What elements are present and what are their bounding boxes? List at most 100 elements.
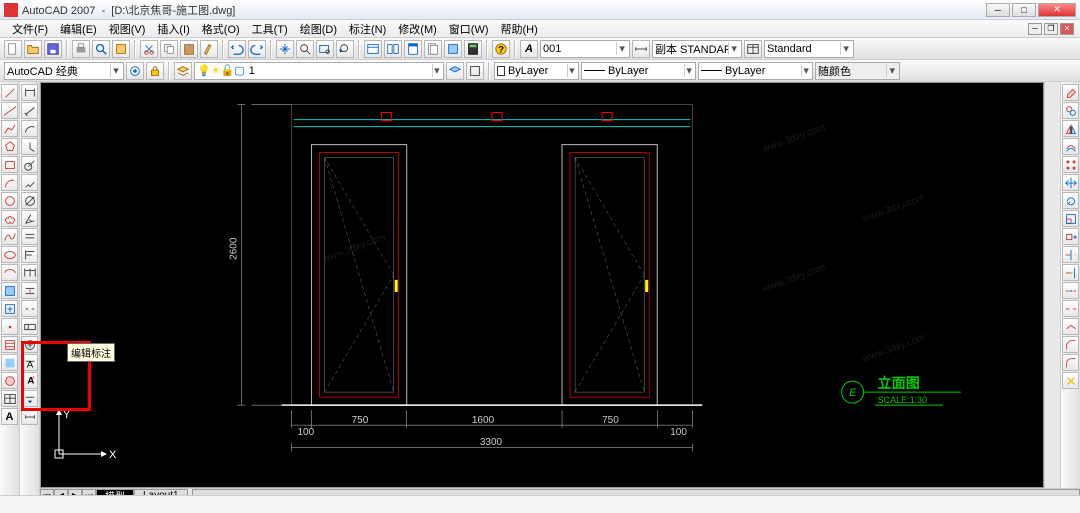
text-style-input[interactable] xyxy=(543,43,616,55)
doc-close-button[interactable]: ✕ xyxy=(1060,23,1074,35)
dim-update-icon[interactable] xyxy=(21,390,38,407)
dim-continue-icon[interactable] xyxy=(21,264,38,281)
xline-icon[interactable] xyxy=(1,102,18,119)
help-icon[interactable]: ? xyxy=(492,40,510,58)
menu-file[interactable]: 文件(F) xyxy=(6,21,54,37)
insert-block-icon[interactable] xyxy=(1,282,18,299)
dc-icon[interactable] xyxy=(384,40,402,58)
mirror-icon[interactable] xyxy=(1062,120,1079,137)
dim-break-icon[interactable] xyxy=(21,300,38,317)
dim-edit-icon[interactable]: A xyxy=(21,354,38,371)
center-mark-icon[interactable] xyxy=(21,336,38,353)
undo-icon[interactable] xyxy=(228,40,246,58)
properties-icon[interactable] xyxy=(364,40,382,58)
line-icon[interactable] xyxy=(1,84,18,101)
polygon-icon[interactable] xyxy=(1,138,18,155)
layer-prev-icon[interactable] xyxy=(446,62,464,80)
workspace-settings-icon[interactable] xyxy=(126,62,144,80)
join-icon[interactable] xyxy=(1062,318,1079,335)
dim-linear-icon[interactable] xyxy=(21,84,38,101)
workspace-combo[interactable]: ▾ xyxy=(4,62,124,80)
close-button[interactable]: ✕ xyxy=(1038,3,1076,17)
layer-manager-icon[interactable] xyxy=(174,62,192,80)
vscrollbar[interactable] xyxy=(1044,82,1060,488)
dim-tedit-icon[interactable]: A xyxy=(21,372,38,389)
menu-modify[interactable]: 修改(M) xyxy=(392,21,443,37)
dim-aligned-icon[interactable] xyxy=(21,102,38,119)
menu-edit[interactable]: 编辑(E) xyxy=(54,21,103,37)
spline-icon[interactable] xyxy=(1,228,18,245)
region-icon[interactable] xyxy=(1,372,18,389)
layer-input[interactable] xyxy=(249,65,432,77)
tolerance-icon[interactable] xyxy=(21,318,38,335)
dim-style-icon[interactable] xyxy=(632,40,650,58)
cut-icon[interactable] xyxy=(140,40,158,58)
menu-view[interactable]: 视图(V) xyxy=(103,21,152,37)
mtext-icon[interactable]: A xyxy=(1,408,18,425)
ellipse-icon[interactable] xyxy=(1,246,18,263)
lineweight-input[interactable] xyxy=(725,65,801,77)
array-icon[interactable] xyxy=(1062,156,1079,173)
move-icon[interactable] xyxy=(1062,174,1079,191)
fillet-icon[interactable] xyxy=(1062,354,1079,371)
linetype-combo[interactable]: ▾ xyxy=(581,62,696,80)
dim-diameter-icon[interactable] xyxy=(21,192,38,209)
table-style-combo[interactable]: ▾ xyxy=(764,40,854,58)
point-icon[interactable] xyxy=(1,318,18,335)
break-point-icon[interactable] xyxy=(1062,282,1079,299)
doc-restore-button[interactable]: ❐ xyxy=(1044,23,1058,35)
menu-format[interactable]: 格式(O) xyxy=(196,21,246,37)
linetype-input[interactable] xyxy=(608,65,684,77)
pan-icon[interactable] xyxy=(276,40,294,58)
minimize-button[interactable]: ─ xyxy=(986,3,1010,17)
copy2-icon[interactable] xyxy=(1062,102,1079,119)
menu-tools[interactable]: 工具(T) xyxy=(246,21,294,37)
workspace-input[interactable] xyxy=(7,65,110,77)
save-icon[interactable] xyxy=(44,40,62,58)
redo-icon[interactable] xyxy=(248,40,266,58)
copy-icon[interactable] xyxy=(160,40,178,58)
dim-quick-icon[interactable] xyxy=(21,228,38,245)
gradient-icon[interactable] xyxy=(1,354,18,371)
erase-icon[interactable] xyxy=(1062,84,1079,101)
menu-help[interactable]: 帮助(H) xyxy=(495,21,544,37)
table-style-input[interactable] xyxy=(767,43,840,55)
calc-icon[interactable] xyxy=(464,40,482,58)
make-block-icon[interactable] xyxy=(1,300,18,317)
dim-jogged-icon[interactable] xyxy=(21,174,38,191)
zoom-window-icon[interactable] xyxy=(316,40,334,58)
new-icon[interactable] xyxy=(4,40,22,58)
zoom-previous-icon[interactable] xyxy=(336,40,354,58)
zoom-realtime-icon[interactable] xyxy=(296,40,314,58)
color-input[interactable] xyxy=(508,65,567,77)
trim-icon[interactable] xyxy=(1062,246,1079,263)
break-icon[interactable] xyxy=(1062,300,1079,317)
dim-style-input[interactable] xyxy=(655,43,728,55)
dim-angular-icon[interactable] xyxy=(21,210,38,227)
scale-icon[interactable] xyxy=(1062,210,1079,227)
doc-min-button[interactable]: ─ xyxy=(1028,23,1042,35)
rect-icon[interactable] xyxy=(1,156,18,173)
layer-states-icon[interactable] xyxy=(466,62,484,80)
color-combo[interactable]: ▾ xyxy=(494,62,579,80)
dim-arc-icon[interactable] xyxy=(21,120,38,137)
extend-icon[interactable] xyxy=(1062,264,1079,281)
sheet-set-icon[interactable] xyxy=(424,40,442,58)
rotate-icon[interactable] xyxy=(1062,192,1079,209)
table-icon[interactable] xyxy=(1,390,18,407)
plotstyle-input[interactable] xyxy=(818,65,886,77)
toolbar-lock-icon[interactable] xyxy=(146,62,164,80)
markup-icon[interactable] xyxy=(444,40,462,58)
tool-palettes-icon[interactable] xyxy=(404,40,422,58)
menu-draw[interactable]: 绘图(D) xyxy=(294,21,343,37)
lineweight-combo[interactable]: ▾ xyxy=(698,62,813,80)
menu-dim[interactable]: 标注(N) xyxy=(343,21,392,37)
stretch-icon[interactable] xyxy=(1062,228,1079,245)
preview-icon[interactable] xyxy=(92,40,110,58)
offset-icon[interactable] xyxy=(1062,138,1079,155)
drawing-canvas[interactable]: www.3dxy.com www.3dxy.com www.3dxy.com w… xyxy=(40,82,1044,488)
menu-insert[interactable]: 插入(I) xyxy=(151,21,195,37)
dim-baseline-icon[interactable] xyxy=(21,246,38,263)
text-style-combo[interactable]: ▾ xyxy=(540,40,630,58)
dim-style-tb-icon[interactable] xyxy=(21,408,38,425)
